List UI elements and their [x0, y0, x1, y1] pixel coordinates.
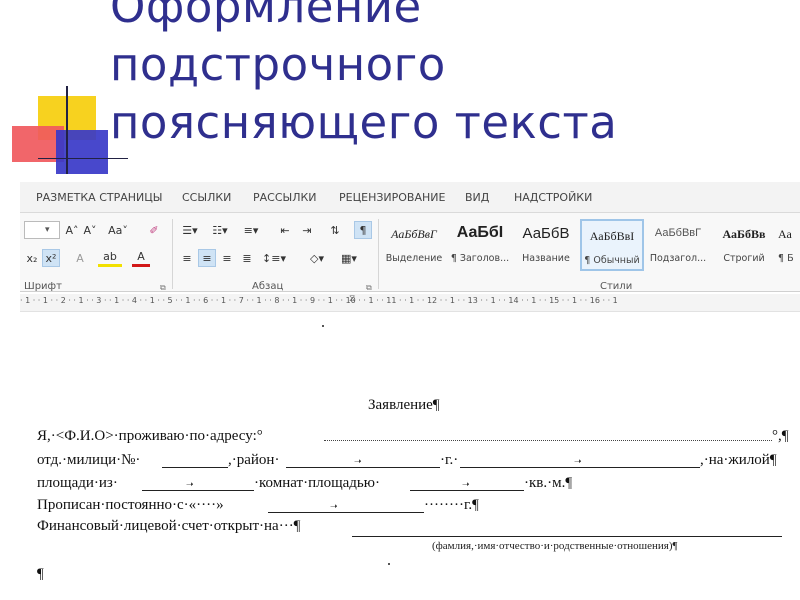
tab-arrow-icon: ➝: [574, 457, 582, 467]
tab-arrow-icon: ➝: [330, 502, 338, 512]
doc-line-4-a: Прописан·постоянно·с·«····»: [37, 497, 224, 513]
paragraph-end-mark: ¶: [37, 566, 44, 582]
document-heading: Заявление¶: [368, 397, 440, 413]
blank-underline: [162, 467, 228, 468]
paragraph-dot: [322, 325, 324, 327]
blank-underline: [410, 490, 524, 491]
doc-line-3-a: площади·из·: [37, 475, 118, 491]
doc-line-2-c: ·г.·: [440, 452, 459, 468]
tab-arrow-icon: ➝: [462, 480, 470, 490]
blank-underline: [268, 512, 424, 513]
doc-line-2-d: ,·на·жилой¶: [700, 452, 777, 468]
doc-line-3-c: ·кв.·м.¶: [524, 475, 573, 491]
blank-underline: [352, 536, 782, 537]
doc-line-2-b: ,·район·: [228, 452, 280, 468]
doc-line-2-a: отд.·милици·№·: [37, 452, 141, 468]
doc-line-5: Финансовый·лицевой·счет·открыт·на···¶: [37, 518, 301, 534]
tab-arrow-icon: ➝: [354, 457, 362, 467]
tab-arrow-icon: ➝: [186, 480, 194, 490]
dotted-fill-line: [324, 440, 772, 441]
blank-underline: [460, 467, 700, 468]
paragraph-dot: [388, 563, 390, 565]
caption-hint: (фамлия,·имя·отчество·и·родственные·отно…: [432, 540, 678, 552]
document-page: Заявление¶ Я,·<Ф.И.О>·проживаю·по·адресу…: [0, 0, 800, 600]
doc-line-4-b: ········г.¶: [424, 497, 479, 513]
blank-underline: [286, 467, 440, 468]
doc-line-1-end: °,¶: [772, 428, 789, 444]
doc-line-1-start: Я,·<Ф.И.О>·проживаю·по·адресу:°: [37, 428, 263, 444]
blank-underline: [142, 490, 254, 491]
doc-line-3-b: ·комнат·площадью·: [254, 475, 380, 491]
